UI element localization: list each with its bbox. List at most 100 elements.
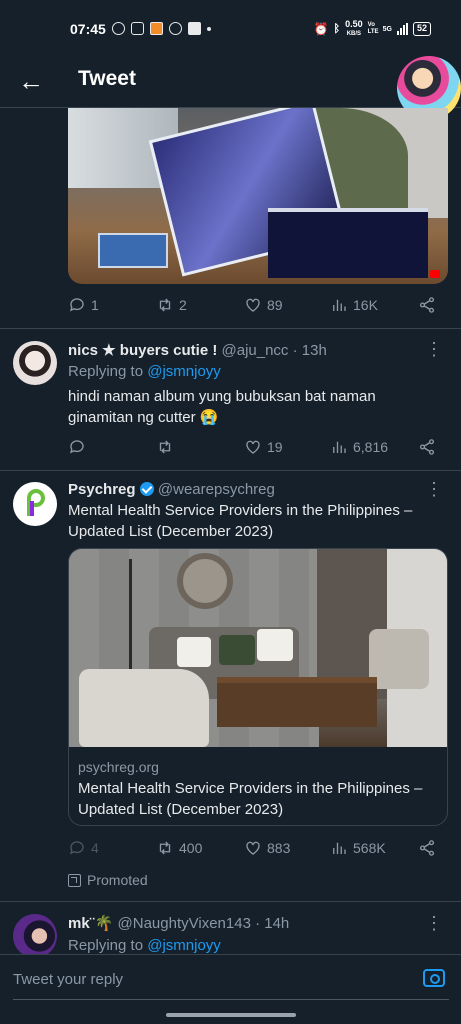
- tweet-actions: 1 2 89 16K: [68, 296, 440, 318]
- verified-badge-icon: [139, 482, 154, 496]
- share-button[interactable]: [418, 296, 436, 314]
- alarm-icon: ⏰: [313, 22, 329, 36]
- user-handle[interactable]: @wearepsychreg: [158, 481, 275, 498]
- replying-to: Replying to @jsmnjoyy: [68, 361, 448, 382]
- view-count: 568K: [353, 840, 386, 856]
- media-console-box-bottom: [268, 208, 428, 278]
- tweet-media-image[interactable]: [68, 108, 448, 284]
- gesture-bar[interactable]: [166, 1013, 296, 1017]
- reply-button[interactable]: [68, 438, 91, 456]
- network-speed-value: 0.50: [345, 19, 363, 29]
- volte-indicator: Vo LTE: [367, 22, 379, 35]
- reply-input[interactable]: [13, 971, 393, 988]
- psychreg-logo-icon: [27, 489, 45, 516]
- display-name[interactable]: Psychreg: [68, 481, 136, 498]
- replying-to-handle[interactable]: @jsmnjoyy: [147, 937, 221, 954]
- system-icons: ⏰ ᛒ 0.50 KB/S Vo LTE 5G 52: [314, 20, 431, 38]
- retweet-icon: [159, 440, 171, 454]
- replying-to-handle[interactable]: @jsmnjoyy: [147, 363, 221, 380]
- bluetooth-icon: ᛒ: [333, 23, 341, 35]
- share-button[interactable]: [418, 438, 436, 456]
- image-cushion: [219, 635, 255, 665]
- display-name[interactable]: mk¨🌴: [68, 915, 113, 932]
- tweet-text-line-1: hindi naman album yung bubuksan bat nama…: [68, 388, 376, 405]
- retweet-button[interactable]: 2: [156, 296, 187, 314]
- arrow-left-icon[interactable]: ←: [18, 66, 44, 97]
- retweet-count: 2: [179, 297, 187, 313]
- page-title: Tweet: [78, 67, 136, 90]
- user-handle[interactable]: @aju_ncc: [222, 342, 289, 359]
- replying-to: Replying to @jsmnjoyy: [68, 935, 448, 956]
- promoted-label: Promoted: [68, 872, 148, 888]
- tweet-text-line-1: Mental Health Service Providers in the P…: [68, 502, 413, 519]
- view-count: 16K: [353, 297, 378, 313]
- media-game-cases: [98, 233, 168, 268]
- more-options-icon[interactable]: ⋮: [425, 340, 443, 358]
- link-card[interactable]: psychreg.org Mental Health Service Provi…: [68, 548, 448, 826]
- battery-icon: 52: [412, 22, 431, 36]
- tweet-header: mk¨🌴 @NaughtyVixen143 · 14h: [68, 914, 289, 932]
- promoted-icon: [68, 873, 81, 887]
- views-icon: [333, 299, 346, 311]
- retweet-button[interactable]: [156, 438, 179, 456]
- retweet-icon: [159, 841, 171, 855]
- avatar[interactable]: [13, 341, 57, 385]
- app-notification-icon: [150, 22, 163, 35]
- views-button[interactable]: 6,816: [330, 438, 388, 456]
- image-armchair: [369, 629, 429, 689]
- tweet-actions: 4 400 883 568K: [68, 839, 440, 861]
- tweet-text-line-2: Updated List (December 2023): [68, 523, 274, 540]
- tweet-header: Psychreg @wearepsychreg: [68, 481, 275, 498]
- views-button[interactable]: 568K: [330, 839, 386, 857]
- share-icon: [419, 439, 435, 455]
- reply-count: 4: [91, 840, 99, 856]
- views-button[interactable]: 16K: [330, 296, 378, 314]
- user-handle[interactable]: @NaughtyVixen143: [118, 915, 251, 932]
- tweet-time: · 14h: [255, 915, 290, 932]
- reply-icon: [69, 440, 84, 454]
- avatar[interactable]: [13, 482, 57, 526]
- reply-composer: [0, 954, 461, 1006]
- more-options-icon[interactable]: ⋮: [425, 480, 443, 498]
- share-button[interactable]: [418, 839, 436, 857]
- tweet-text-line-2: ginamitan ng cutter 😭: [68, 409, 219, 426]
- camera-icon[interactable]: [423, 969, 445, 987]
- messenger-icon: [169, 22, 182, 35]
- network-speed-unit: KB/S: [346, 31, 362, 37]
- youtube-icon: [430, 270, 440, 278]
- view-count: 6,816: [353, 439, 389, 455]
- network-speed: 0.50 KB/S: [345, 20, 363, 38]
- reply-button[interactable]: 4: [68, 839, 99, 857]
- instagram-icon: [131, 22, 144, 35]
- status-time: 07:45: [70, 21, 106, 37]
- retweet-icon: [159, 298, 171, 312]
- reply-button[interactable]: 1: [68, 296, 99, 314]
- whatsapp-icon: [112, 22, 125, 35]
- replying-to-label: Replying to: [68, 937, 144, 954]
- top-app-bar: ← Tweet: [0, 56, 461, 120]
- like-button[interactable]: 883: [244, 839, 290, 857]
- status-bar: 07:45 ⏰ ᛒ 0.50 KB/S Vo LTE 5G 52: [0, 0, 461, 56]
- tweet-header: nics ★ buyers cutie ! @aju_ncc · 13h: [68, 341, 327, 359]
- display-name[interactable]: nics ★ buyers cutie !: [68, 342, 217, 359]
- notification-icons: [112, 22, 211, 35]
- views-icon: [333, 842, 346, 854]
- share-icon: [419, 297, 435, 313]
- tweet-divider: [0, 328, 461, 329]
- like-count: 883: [267, 840, 291, 856]
- image-coffee-table: [217, 677, 377, 727]
- like-button[interactable]: 19: [244, 438, 283, 456]
- like-button[interactable]: 89: [244, 296, 283, 314]
- reply-icon: [69, 298, 84, 312]
- more-notifications-dot: [207, 27, 211, 31]
- heart-icon: [246, 298, 260, 312]
- tweet-actions: 19 6,816: [68, 438, 440, 460]
- avatar[interactable]: [13, 914, 57, 958]
- tweet-divider: [0, 470, 461, 471]
- share-icon: [419, 840, 435, 856]
- network-type: 5G: [382, 25, 392, 33]
- more-options-icon[interactable]: ⋮: [425, 914, 443, 932]
- retweet-button[interactable]: 400: [156, 839, 202, 857]
- link-card-title-line-1: Mental Health Service Providers in the P…: [78, 780, 423, 797]
- reply-icon: [69, 841, 84, 855]
